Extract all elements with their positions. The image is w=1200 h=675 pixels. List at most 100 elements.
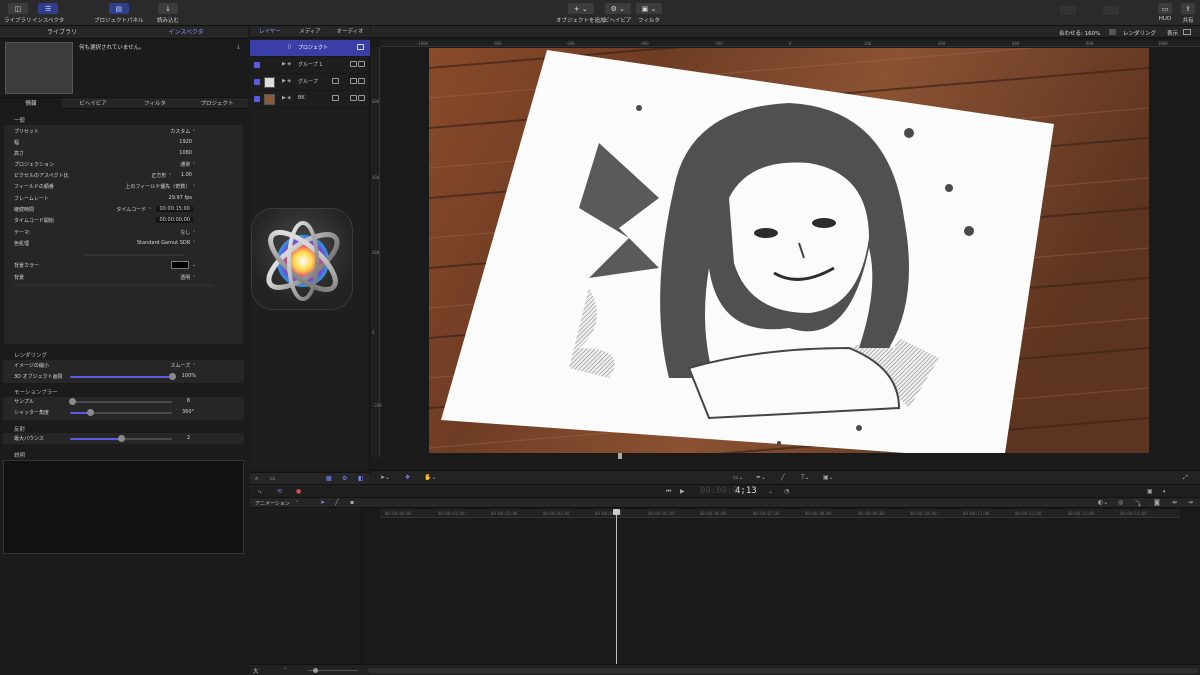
thumbnail-toggle-icon[interactable]: ▭ <box>270 475 276 482</box>
chevron-down-icon[interactable]: ⌄ <box>192 262 196 268</box>
horizontal-scrollbar[interactable] <box>368 668 1198 673</box>
tab-audio[interactable]: オーディオ <box>330 26 370 38</box>
layout-icon[interactable] <box>1183 29 1191 35</box>
preset-row[interactable]: プリセット カスタム <box>14 128 240 137</box>
select-tool-icon[interactable]: ➤⌄ <box>380 474 390 481</box>
timeline-tracks[interactable] <box>363 508 1200 664</box>
time-display-icon[interactable]: ◔ <box>784 488 789 495</box>
shutter-slider[interactable] <box>70 409 172 416</box>
import-button[interactable]: ↓ 読み込む <box>157 3 179 24</box>
background-row[interactable]: 背景 透明 <box>14 274 240 283</box>
layer-row[interactable]: ▶ ◈ グループ 1 <box>250 57 370 74</box>
lock-icon[interactable] <box>358 78 365 84</box>
add-object-button[interactable]: + ⌄ オブジェクトを追加 <box>556 3 606 24</box>
mask-icon[interactable] <box>332 78 339 84</box>
filters-button[interactable]: ▣ ⌄ フィルタ <box>636 3 662 24</box>
tab-filters[interactable]: フィルタ <box>124 98 186 110</box>
theme-row[interactable]: テーマ: なし <box>14 229 240 238</box>
go-to-start-icon[interactable]: ⏮ <box>666 488 671 496</box>
mask-tool-icon[interactable]: ▣⌄ <box>823 474 834 481</box>
duration-row[interactable]: 継続時間 タイムコード 00:00:15;00 <box>14 206 240 215</box>
filter-icon[interactable]: ◐⌄ <box>1098 499 1108 506</box>
chevron-down-icon[interactable]: ⌃ <box>295 500 299 506</box>
tab-behaviors[interactable]: ビヘイビア <box>62 98 124 110</box>
color-processing-row[interactable]: 色処理 Standard Gamut SDR <box>14 240 240 249</box>
bezier-tool-icon[interactable]: ✒⌄ <box>756 474 766 481</box>
project-panel-button[interactable]: ▤ プロジェクトパネル <box>94 3 144 24</box>
loop-icon[interactable]: ⟲ <box>277 488 282 495</box>
layer-checkbox[interactable] <box>254 62 260 68</box>
slider-knob[interactable] <box>313 668 318 673</box>
shutter-angle-row[interactable]: シャッター角度 360° <box>14 409 240 418</box>
disclosure-icon[interactable]: ▶ ◈ <box>282 78 291 84</box>
image-scaling-row[interactable]: イメージの縮小 スムーズ <box>14 362 240 371</box>
layer-checkbox[interactable] <box>254 79 260 85</box>
slider-knob[interactable] <box>168 373 176 380</box>
projection-row[interactable]: プロジェクション 通常 <box>14 161 240 170</box>
chevron-down-icon[interactable]: ⌄ <box>768 488 773 495</box>
library-button[interactable]: ◫ ライブラリ <box>4 3 32 24</box>
zoom-menu[interactable]: 合わせる: 160% <box>1059 29 1100 37</box>
snapping-icon[interactable]: ◎ <box>1118 499 1123 506</box>
layer-stack-icon[interactable] <box>350 78 357 84</box>
layer-row[interactable]: ▶ ◈ グループ <box>250 74 370 91</box>
slider-knob[interactable] <box>117 435 125 442</box>
tab-media[interactable]: メディア <box>290 26 330 38</box>
width-row[interactable]: 幅 1920 <box>14 139 240 148</box>
field-order-row[interactable]: フィールドの順番 上のフィールド優先（奇数） <box>14 183 240 192</box>
behaviors-button[interactable]: ⚙ ⌄ ビヘイビア <box>604 3 632 24</box>
camera-icon[interactable]: ◙ <box>1154 499 1160 506</box>
lock-icon[interactable] <box>358 95 365 101</box>
speaker-icon[interactable]: 🔈︎ <box>1163 488 1167 496</box>
tab-properties[interactable]: 情報 <box>0 98 62 110</box>
layer-row[interactable]: ▶ ◈ BK <box>250 91 370 108</box>
mask-icon[interactable] <box>332 95 339 101</box>
playhead[interactable] <box>616 510 617 664</box>
samples-slider[interactable] <box>68 398 172 405</box>
video-icon[interactable]: ▣ <box>1147 488 1153 495</box>
video-timeline-icon[interactable]: ⤷ <box>258 488 261 496</box>
timecode-display[interactable]: 4;13 <box>735 486 757 496</box>
record-icon[interactable]: ● <box>296 488 301 495</box>
3d-transform-icon[interactable]: ✥ <box>405 474 410 481</box>
samples-row[interactable]: サンプル 8 <box>14 398 240 407</box>
zoom-out-icon[interactable]: ⇸ <box>1188 499 1193 506</box>
search-icon[interactable]: ⌕ <box>255 475 258 483</box>
paint-stroke-icon[interactable]: ╱ <box>781 474 785 481</box>
layers-icon[interactable]: ◧ <box>358 475 364 482</box>
timeline-ruler[interactable]: 00:00:00;00 00:00:01;00 00:00:02;00 00:0… <box>380 509 1180 518</box>
project-layer[interactable]: ▯ プロジェクト <box>250 40 370 57</box>
slider-knob[interactable] <box>86 409 94 416</box>
color-swatch[interactable] <box>171 261 189 269</box>
shape-tool-icon[interactable]: ▭⌄ <box>733 474 744 481</box>
chevron-down-icon[interactable]: ⌃ <box>283 667 287 673</box>
share-button[interactable]: ⇪ 共有 <box>1181 3 1195 24</box>
pen-icon[interactable]: ╱ <box>335 499 339 506</box>
tab-inspector[interactable]: インスペクタ <box>124 26 248 39</box>
inspector-button[interactable]: ☰ インスペクタ <box>32 3 64 24</box>
tab-layers[interactable]: レイヤー <box>250 26 290 38</box>
slider-knob[interactable] <box>68 398 76 405</box>
hud-button[interactable]: ▭ HUD <box>1158 3 1172 22</box>
curve-icon[interactable]: ⤵ <box>1135 499 1141 508</box>
channels-icon[interactable] <box>1109 29 1116 35</box>
layer-stack-icon[interactable] <box>350 95 357 101</box>
description-field[interactable] <box>3 460 244 554</box>
download-icon[interactable]: ⤓ <box>237 43 240 51</box>
size-menu[interactable]: 大 <box>253 667 259 675</box>
object-quality-slider[interactable] <box>70 373 176 380</box>
disclosure-icon[interactable]: ▶ ◈ <box>282 61 291 67</box>
view-menu[interactable]: 表示 <box>1167 29 1178 37</box>
text-tool-icon[interactable]: T⌄ <box>801 474 810 481</box>
layer-stack-icon[interactable] <box>350 61 357 67</box>
render-menu[interactable]: レンダリング <box>1123 29 1156 37</box>
playhead-handle[interactable] <box>613 509 620 515</box>
object-quality-row[interactable]: 3D オブジェクト画質 100% <box>14 373 240 382</box>
zoom-in-icon[interactable]: ⇹ <box>1172 499 1177 506</box>
lock-icon[interactable] <box>357 44 364 50</box>
keyframe-icon[interactable]: ▪ <box>350 499 354 506</box>
timecode-start-row[interactable]: タイムコード開始 00:00:00;00 <box>14 217 240 226</box>
play-icon[interactable]: ▶ <box>680 488 685 495</box>
disclosure-icon[interactable]: ▶ ◈ <box>282 95 291 101</box>
tab-project[interactable]: プロジェクト <box>186 98 248 110</box>
